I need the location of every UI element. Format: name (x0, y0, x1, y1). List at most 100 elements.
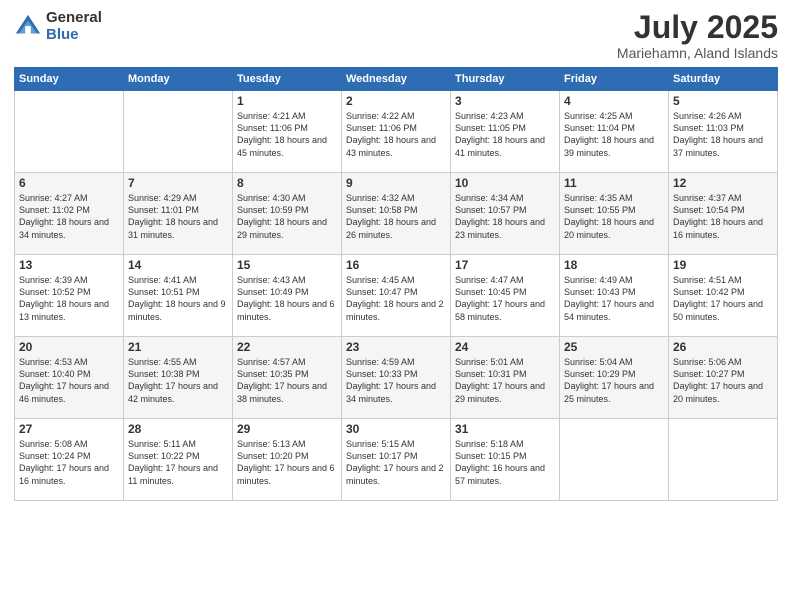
day-content: Sunrise: 4:35 AM Sunset: 10:55 PM Daylig… (564, 192, 664, 241)
cell-0-0 (15, 91, 124, 173)
day-number: 25 (564, 340, 664, 354)
cell-3-5: 25 Sunrise: 5:04 AM Sunset: 10:29 PM Dayl… (560, 337, 669, 419)
day-number: 1 (237, 94, 337, 108)
day-content: Sunrise: 4:39 AM Sunset: 10:52 PM Daylig… (19, 274, 119, 323)
cell-0-5: 4Sunrise: 4:25 AM Sunset: 11:04 PM Dayli… (560, 91, 669, 173)
day-content: Sunrise: 4:23 AM Sunset: 11:05 PM Daylig… (455, 110, 555, 159)
day-content: Sunrise: 4:45 AM Sunset: 10:47 PM Daylig… (346, 274, 446, 323)
day-content: Sunrise: 5:08 AM Sunset: 10:24 PM Daylig… (19, 438, 119, 487)
day-number: 6 (19, 176, 119, 190)
day-number: 26 (673, 340, 773, 354)
cell-3-4: 24 Sunrise: 5:01 AM Sunset: 10:31 PM Dayl… (451, 337, 560, 419)
cell-0-2: 1 Sunrise: 4:21 AM Sunset: 11:06 PM Dayli… (233, 91, 342, 173)
col-saturday: Saturday (669, 68, 778, 91)
location: Mariehamn, Aland Islands (617, 45, 778, 61)
logo: General Blue (14, 10, 102, 43)
day-content: Sunrise: 4:22 AM Sunset: 11:06 PM Daylig… (346, 110, 446, 159)
cell-0-6: 5 Sunrise: 4:26 AM Sunset: 11:03 PM Dayli… (669, 91, 778, 173)
day-number: 17 (455, 258, 555, 272)
calendar-body: 1 Sunrise: 4:21 AM Sunset: 11:06 PM Dayli… (15, 91, 778, 501)
day-number: 20 (19, 340, 119, 354)
day-content: Sunrise: 4:34 AM Sunset: 10:57 PM Daylig… (455, 192, 555, 241)
cell-4-2: 29 Sunrise: 5:13 AM Sunset: 10:20 PM Dayl… (233, 419, 342, 501)
day-number: 19 (673, 258, 773, 272)
day-number: 31 (455, 422, 555, 436)
day-content: Sunrise: 5:18 AM Sunset: 10:15 PM Daylig… (455, 438, 555, 487)
day-number: 24 (455, 340, 555, 354)
day-number: 8 (237, 176, 337, 190)
day-content: Sunrise: 4:55 AM Sunset: 10:38 PM Daylig… (128, 356, 228, 405)
cell-4-4: 31 Sunrise: 5:18 AM Sunset: 10:15 PM Dayl… (451, 419, 560, 501)
day-content: Sunrise: 4:37 AM Sunset: 10:54 PM Daylig… (673, 192, 773, 241)
day-content: Sunrise: 4:21 AM Sunset: 11:06 PM Daylig… (237, 110, 337, 159)
day-number: 9 (346, 176, 446, 190)
cell-1-6: 12 Sunrise: 4:37 AM Sunset: 10:54 PM Dayl… (669, 173, 778, 255)
day-number: 23 (346, 340, 446, 354)
logo-icon (14, 13, 42, 41)
cell-1-1: 7Sunrise: 4:29 AM Sunset: 11:01 PM Dayli… (124, 173, 233, 255)
week-row-4: 27Sunrise: 5:08 AM Sunset: 10:24 PM Dayl… (15, 419, 778, 501)
col-sunday: Sunday (15, 68, 124, 91)
cell-2-6: 19 Sunrise: 4:51 AM Sunset: 10:42 PM Dayl… (669, 255, 778, 337)
day-content: Sunrise: 4:53 AM Sunset: 10:40 PM Daylig… (19, 356, 119, 405)
cell-4-5 (560, 419, 669, 501)
day-number: 4 (564, 94, 664, 108)
day-number: 28 (128, 422, 228, 436)
day-number: 12 (673, 176, 773, 190)
cell-2-5: 18 Sunrise: 4:49 AM Sunset: 10:43 PM Dayl… (560, 255, 669, 337)
month-title: July 2025 (617, 10, 778, 45)
title-block: July 2025 Mariehamn, Aland Islands (617, 10, 778, 61)
cell-4-6 (669, 419, 778, 501)
cell-2-3: 16Sunrise: 4:45 AM Sunset: 10:47 PM Dayl… (342, 255, 451, 337)
day-content: Sunrise: 5:13 AM Sunset: 10:20 PM Daylig… (237, 438, 337, 487)
day-content: Sunrise: 5:04 AM Sunset: 10:29 PM Daylig… (564, 356, 664, 405)
calendar-header: Sunday Monday Tuesday Wednesday Thursday… (15, 68, 778, 91)
day-content: Sunrise: 4:57 AM Sunset: 10:35 PM Daylig… (237, 356, 337, 405)
cell-2-1: 14 Sunrise: 4:41 AM Sunset: 10:51 PM Dayl… (124, 255, 233, 337)
week-row-1: 6 Sunrise: 4:27 AM Sunset: 11:02 PM Dayli… (15, 173, 778, 255)
cell-3-1: 21 Sunrise: 4:55 AM Sunset: 10:38 PM Dayl… (124, 337, 233, 419)
header: General Blue July 2025 Mariehamn, Aland … (14, 10, 778, 61)
day-content: Sunrise: 4:29 AM Sunset: 11:01 PM Daylig… (128, 192, 228, 241)
day-number: 21 (128, 340, 228, 354)
cell-2-2: 15Sunrise: 4:43 AM Sunset: 10:49 PM Dayl… (233, 255, 342, 337)
cell-3-6: 26 Sunrise: 5:06 AM Sunset: 10:27 PM Dayl… (669, 337, 778, 419)
day-number: 10 (455, 176, 555, 190)
cell-3-0: 20 Sunrise: 4:53 AM Sunset: 10:40 PM Dayl… (15, 337, 124, 419)
day-number: 18 (564, 258, 664, 272)
cell-3-3: 23 Sunrise: 4:59 AM Sunset: 10:33 PM Dayl… (342, 337, 451, 419)
day-content: Sunrise: 4:32 AM Sunset: 10:58 PM Daylig… (346, 192, 446, 241)
day-content: Sunrise: 4:41 AM Sunset: 10:51 PM Daylig… (128, 274, 228, 323)
day-number: 11 (564, 176, 664, 190)
cell-4-0: 27Sunrise: 5:08 AM Sunset: 10:24 PM Dayl… (15, 419, 124, 501)
day-content: Sunrise: 5:01 AM Sunset: 10:31 PM Daylig… (455, 356, 555, 405)
cell-4-1: 28 Sunrise: 5:11 AM Sunset: 10:22 PM Dayl… (124, 419, 233, 501)
day-number: 30 (346, 422, 446, 436)
day-content: Sunrise: 5:11 AM Sunset: 10:22 PM Daylig… (128, 438, 228, 487)
col-thursday: Thursday (451, 68, 560, 91)
day-content: Sunrise: 4:26 AM Sunset: 11:03 PM Daylig… (673, 110, 773, 159)
cell-2-0: 13 Sunrise: 4:39 AM Sunset: 10:52 PM Dayl… (15, 255, 124, 337)
cell-1-2: 8 Sunrise: 4:30 AM Sunset: 10:59 PM Dayli… (233, 173, 342, 255)
cell-3-2: 22 Sunrise: 4:57 AM Sunset: 10:35 PM Dayl… (233, 337, 342, 419)
day-number: 15 (237, 258, 337, 272)
day-content: Sunrise: 4:59 AM Sunset: 10:33 PM Daylig… (346, 356, 446, 405)
day-number: 22 (237, 340, 337, 354)
day-content: Sunrise: 4:27 AM Sunset: 11:02 PM Daylig… (19, 192, 119, 241)
cell-0-3: 2Sunrise: 4:22 AM Sunset: 11:06 PM Dayli… (342, 91, 451, 173)
day-number: 29 (237, 422, 337, 436)
day-number: 13 (19, 258, 119, 272)
day-content: Sunrise: 4:49 AM Sunset: 10:43 PM Daylig… (564, 274, 664, 323)
col-tuesday: Tuesday (233, 68, 342, 91)
day-number: 5 (673, 94, 773, 108)
week-row-0: 1 Sunrise: 4:21 AM Sunset: 11:06 PM Dayli… (15, 91, 778, 173)
cell-0-1 (124, 91, 233, 173)
cell-1-0: 6 Sunrise: 4:27 AM Sunset: 11:02 PM Dayli… (15, 173, 124, 255)
day-number: 3 (455, 94, 555, 108)
day-number: 14 (128, 258, 228, 272)
cell-1-3: 9 Sunrise: 4:32 AM Sunset: 10:58 PM Dayli… (342, 173, 451, 255)
day-content: Sunrise: 5:06 AM Sunset: 10:27 PM Daylig… (673, 356, 773, 405)
day-content: Sunrise: 4:51 AM Sunset: 10:42 PM Daylig… (673, 274, 773, 323)
day-content: Sunrise: 4:30 AM Sunset: 10:59 PM Daylig… (237, 192, 337, 241)
cell-2-4: 17Sunrise: 4:47 AM Sunset: 10:45 PM Dayl… (451, 255, 560, 337)
